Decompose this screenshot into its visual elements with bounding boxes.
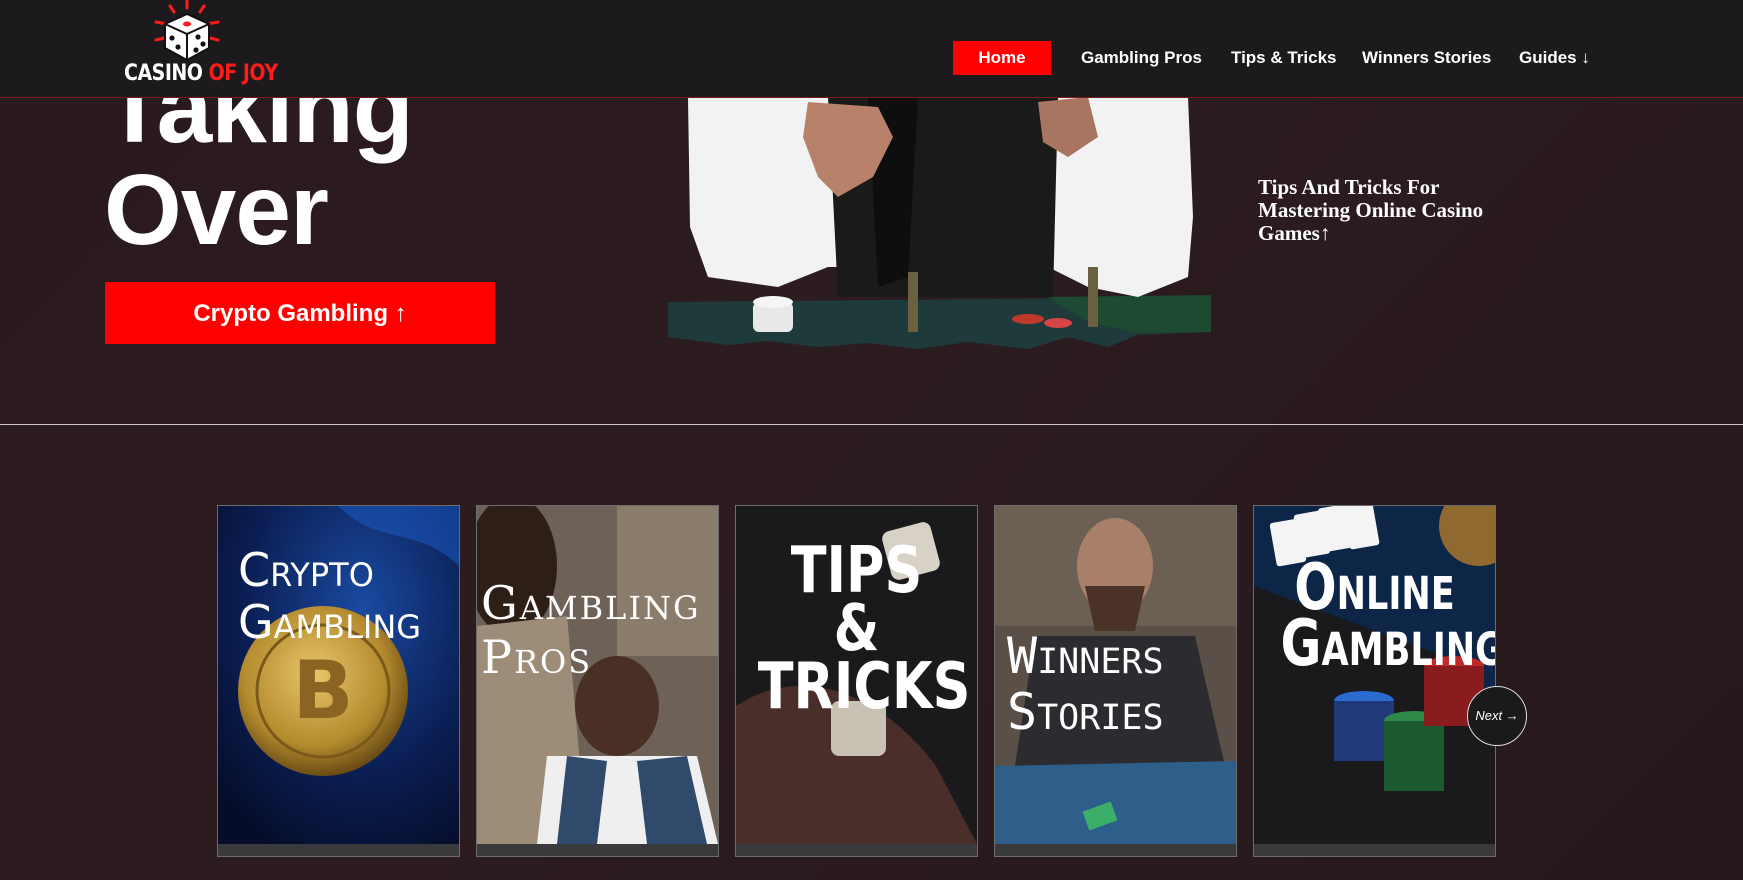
card-bottom-strip: [477, 844, 718, 856]
card-online-gambling[interactable]: Online Gambling: [1253, 505, 1496, 857]
logo-text: CASINO OF JOY: [124, 60, 278, 86]
hero-title-line2: Over: [104, 154, 329, 266]
casino-of-joy-logo[interactable]: CASINO OF JOY: [122, 0, 278, 92]
nav-tips-tricks[interactable]: Tips & Tricks: [1231, 41, 1337, 75]
nav-guides-dropdown[interactable]: Guides ↓: [1519, 41, 1590, 75]
crypto-gambling-button[interactable]: Crypto Gambling ↑: [105, 282, 495, 344]
card-title: Winners Stories: [1007, 627, 1164, 741]
section-divider: [0, 424, 1743, 425]
card-bottom-strip: [995, 844, 1236, 856]
nav-gambling-pros[interactable]: Gambling Pros: [1081, 41, 1202, 75]
nav-home[interactable]: Home: [953, 41, 1051, 75]
card-title: Crypto Gambling: [238, 543, 422, 649]
tips-tricks-article-link[interactable]: Tips And Tricks For Mastering Online Cas…: [1258, 176, 1528, 245]
svg-text:B: B: [293, 644, 354, 737]
card-crypto-gambling[interactable]: B Crypto Gambling: [217, 505, 460, 857]
card-gambling-pros[interactable]: Gambling Pros: [476, 505, 719, 857]
site-header: CASINO OF JOY Home Gambling Pros Tips & …: [0, 0, 1743, 98]
card-title: Online Gambling: [1280, 551, 1496, 681]
card-title: TIPS & TRICKS: [757, 534, 971, 724]
card-winners-stories[interactable]: Winners Stories: [994, 505, 1237, 857]
card-bottom-strip: [218, 844, 459, 856]
carousel-next-button[interactable]: Next →: [1467, 686, 1527, 746]
card-bottom-strip: [736, 844, 977, 856]
dice-logo-icon: [154, 0, 220, 62]
card-title: Gambling Pros: [481, 576, 701, 684]
card-tips-tricks[interactable]: TIPS & TRICKS: [735, 505, 978, 857]
card-bottom-strip: [1254, 844, 1495, 856]
dealer-hero-image: [668, 97, 1211, 349]
nav-winners-stories[interactable]: Winners Stories: [1362, 41, 1491, 75]
